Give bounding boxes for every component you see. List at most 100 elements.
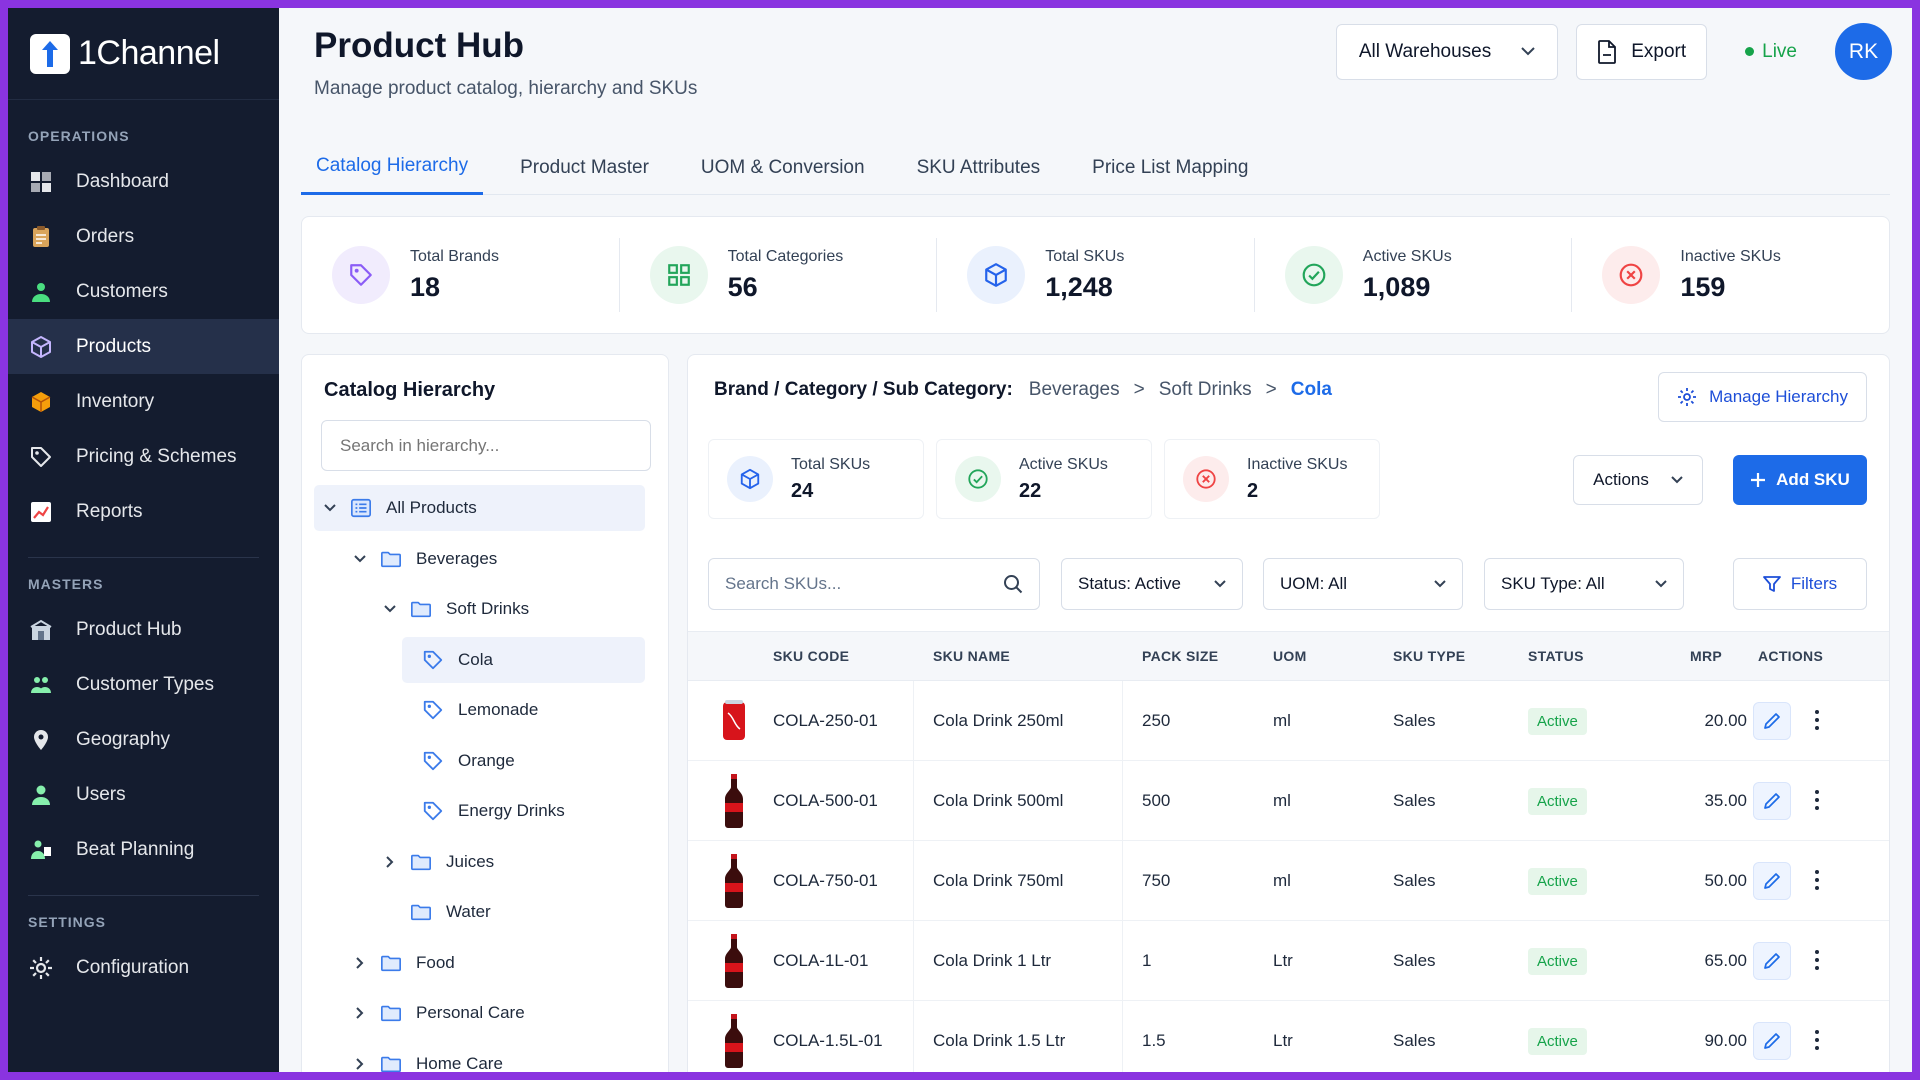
sku-search-input[interactable]: Search SKUs... xyxy=(708,558,1040,610)
column-header-mrp[interactable]: MRP xyxy=(1690,648,1722,664)
manage-hierarchy-button[interactable]: Manage Hierarchy xyxy=(1658,372,1867,422)
table-body: COLA-250-01 Cola Drink 250ml 250 ml Sales Act… xyxy=(688,681,1889,1072)
chevron-right-icon[interactable] xyxy=(352,956,368,969)
sidebar-item-users[interactable]: Users xyxy=(8,767,279,822)
sidebar-item-geography[interactable]: Geography xyxy=(8,712,279,767)
more-options-icon[interactable] xyxy=(1815,1030,1819,1050)
sku-search-placeholder: Search SKUs... xyxy=(725,574,842,593)
app-window: 1Channel OPERATIONS Dashboard Orders Custom… xyxy=(8,8,1912,1072)
sidebar-item-reports[interactable]: Reports xyxy=(8,484,279,539)
add-sku-button[interactable]: Add SKU xyxy=(1733,455,1867,505)
column-header-pack-size[interactable]: PACK SIZE xyxy=(1142,648,1218,664)
edit-button[interactable] xyxy=(1753,862,1791,900)
tab-sku-attributes[interactable]: SKU Attributes xyxy=(902,140,1056,195)
breadcrumb-item-category[interactable]: Soft Drinks xyxy=(1159,379,1252,401)
tab-catalog-hierarchy[interactable]: Catalog Hierarchy xyxy=(301,140,484,195)
sidebar-item-customer-types[interactable]: Customer Types xyxy=(8,657,279,712)
live-dot-icon xyxy=(1745,47,1755,56)
tree-node-energy-drinks[interactable]: Energy Drinks xyxy=(402,788,645,834)
brand-logo-icon xyxy=(30,33,70,74)
tree-node-orange[interactable]: Orange xyxy=(402,738,645,784)
status-filter-dropdown[interactable]: Status: Active xyxy=(1061,558,1243,610)
edit-button[interactable] xyxy=(1753,702,1791,740)
hierarchy-search-input[interactable] xyxy=(321,420,651,471)
cell-name: Cola Drink 750ml xyxy=(933,870,1064,890)
tree-node-all-products[interactable]: All Products xyxy=(314,485,645,531)
filters-button[interactable]: Filters xyxy=(1733,558,1867,610)
column-header-status[interactable]: STATUS xyxy=(1528,648,1584,664)
tree-node-food[interactable]: Food xyxy=(344,940,645,986)
tree-node-beverages[interactable]: Beverages xyxy=(344,536,645,582)
table-row[interactable]: COLA-500-01 Cola Drink 500ml 500 ml Sales Act… xyxy=(688,761,1889,841)
edit-button[interactable] xyxy=(1753,1022,1791,1060)
tree-node-home-care[interactable]: Home Care xyxy=(344,1041,645,1072)
column-header-uom[interactable]: UOM xyxy=(1273,648,1307,664)
sidebar-section-label: MASTERS xyxy=(28,576,104,592)
folder-icon xyxy=(410,598,432,620)
tree-node-label: Beverages xyxy=(416,548,498,568)
sidebar-item-orders[interactable]: Orders xyxy=(8,209,279,264)
chevron-right-icon[interactable] xyxy=(352,1007,368,1019)
uom-filter-dropdown[interactable]: UOM: All xyxy=(1263,558,1463,610)
chevron-right-icon[interactable] xyxy=(382,855,398,868)
sidebar-item-inventory[interactable]: Inventory xyxy=(8,374,279,429)
avatar[interactable]: RK xyxy=(1835,23,1892,80)
x-circle-icon xyxy=(1183,456,1229,502)
tree-node-juices[interactable]: Juices xyxy=(374,839,645,885)
sidebar-item-beat-planning[interactable]: Beat Planning xyxy=(8,822,279,877)
more-options-icon[interactable] xyxy=(1815,950,1819,970)
column-divider xyxy=(1122,1001,1123,1072)
cell-pack: 1.5 xyxy=(1142,1030,1166,1050)
cell-mrp: 90.00 xyxy=(1704,1030,1747,1050)
sidebar-item-product-hub[interactable]: Product Hub xyxy=(8,602,279,657)
plus-icon xyxy=(1751,473,1766,487)
more-options-icon[interactable] xyxy=(1815,710,1819,730)
stat-card: Total Brands 18 xyxy=(302,238,620,312)
stat-card: Inactive SKUs 159 xyxy=(1572,238,1889,312)
chevron-down-icon xyxy=(1655,580,1667,588)
cell-uom: ml xyxy=(1273,710,1291,730)
tree-node-soft-drinks[interactable]: Soft Drinks xyxy=(374,586,645,632)
breadcrumb-item-brand[interactable]: Beverages xyxy=(1029,379,1120,401)
brand[interactable]: 1Channel xyxy=(8,8,279,100)
more-options-icon[interactable] xyxy=(1815,790,1819,810)
tree-node-label: Juices xyxy=(446,851,495,871)
table-row[interactable]: COLA-1L-01 Cola Drink 1 Ltr 1 Ltr Sales Activ… xyxy=(688,921,1889,1001)
customer-types-icon xyxy=(28,672,54,698)
sidebar-item-configuration[interactable]: Configuration xyxy=(8,940,279,995)
catalog-hierarchy-panel: Catalog Hierarchy All Products Beverages… xyxy=(301,354,669,1072)
chevron-down-icon[interactable] xyxy=(322,504,338,512)
table-row[interactable]: COLA-250-01 Cola Drink 250ml 250 ml Sales Act… xyxy=(688,681,1889,761)
export-button[interactable]: Export xyxy=(1576,23,1708,80)
product-thumbnail xyxy=(714,691,754,751)
tree-node-cola[interactable]: Cola xyxy=(402,636,645,683)
sidebar-nav: OPERATIONS Dashboard Orders Customers Produc… xyxy=(8,100,279,995)
table-row[interactable]: COLA-750-01 Cola Drink 750ml 750 ml Sales Act… xyxy=(688,841,1889,921)
sku-type-filter-dropdown[interactable]: SKU Type: All xyxy=(1484,558,1684,610)
chevron-down-icon[interactable] xyxy=(352,554,368,563)
actions-dropdown[interactable]: Actions xyxy=(1573,455,1703,505)
chevron-down-icon[interactable] xyxy=(382,605,398,613)
edit-button[interactable] xyxy=(1753,782,1791,820)
table-row[interactable]: COLA-1.5L-01 Cola Drink 1.5 Ltr 1.5 Ltr Sale… xyxy=(688,1001,1889,1072)
column-header-sku-code[interactable]: SKU CODE xyxy=(773,648,849,664)
sidebar-item-products[interactable]: Products xyxy=(8,319,279,374)
tab-product-master[interactable]: Product Master xyxy=(505,140,664,195)
sidebar-item-customers[interactable]: Customers xyxy=(8,264,279,319)
sidebar-item-pricing-schemes[interactable]: Pricing & Schemes xyxy=(8,429,279,484)
brand-name: 1Channel xyxy=(78,34,220,72)
column-header-sku-name[interactable]: SKU NAME xyxy=(933,648,1010,664)
tree-node-personal-care[interactable]: Personal Care xyxy=(344,990,645,1036)
chevron-right-icon[interactable] xyxy=(352,1057,368,1070)
tab-uom-conversion[interactable]: UOM & Conversion xyxy=(686,140,880,195)
warehouse-select[interactable]: All Warehouses xyxy=(1335,23,1559,80)
more-options-icon[interactable] xyxy=(1815,870,1819,890)
tab-price-list-mapping[interactable]: Price List Mapping xyxy=(1077,140,1263,195)
column-header-sku-type[interactable]: SKU TYPE xyxy=(1393,648,1465,664)
column-header-actions[interactable]: ACTIONS xyxy=(1758,648,1823,664)
sidebar-item-dashboard[interactable]: Dashboard xyxy=(8,154,279,209)
tree-node-water[interactable]: Water xyxy=(374,889,645,935)
edit-button[interactable] xyxy=(1753,942,1791,980)
tree-node-lemonade[interactable]: Lemonade xyxy=(402,687,645,733)
tag-icon xyxy=(332,246,390,304)
